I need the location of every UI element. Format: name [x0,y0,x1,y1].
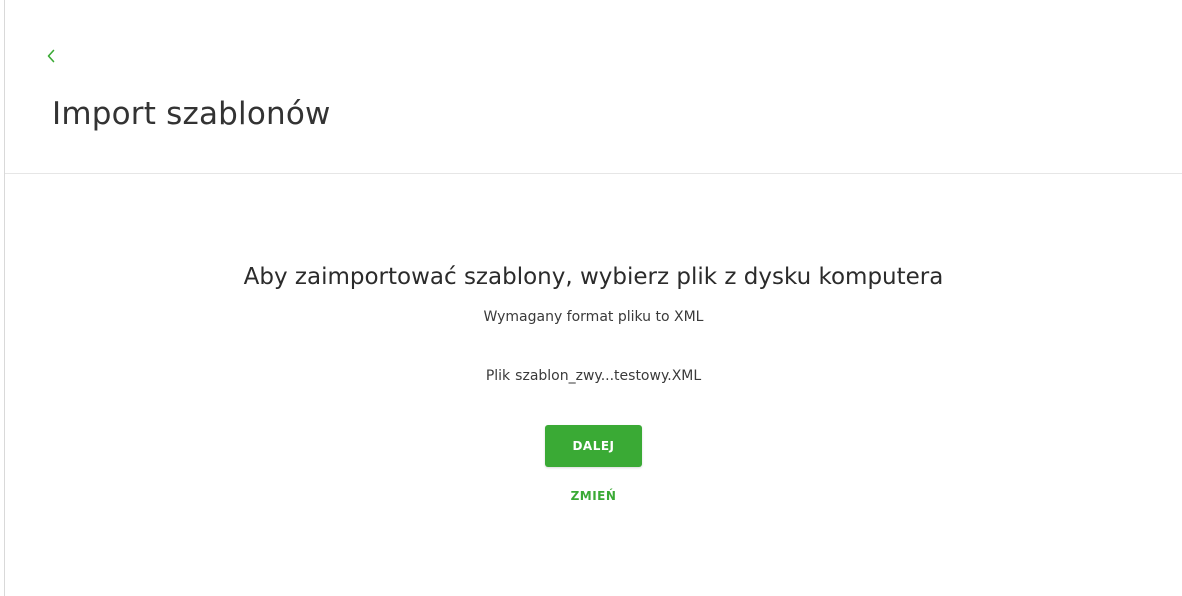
format-info: Wymagany format pliku to XML [483,309,704,325]
selected-file-info: Plik szablon_zwy...testowy.XML [486,366,701,386]
header-divider [5,173,1182,174]
file-label: Plik [485,368,511,384]
import-templates-page: Import szablonów Aby zaimportować szablo… [0,0,1182,596]
chevron-left-icon [47,49,55,63]
change-file-link[interactable]: ZMIEŃ [571,489,617,503]
file-name: szablon_zwy...testowy.XML [515,368,702,384]
import-heading: Aby zaimportować szablony, wybierz plik … [243,264,944,290]
back-button[interactable] [46,44,66,68]
import-panel: Aby zaimportować szablony, wybierz plik … [5,255,1182,503]
page-title: Import szablonów [52,96,331,132]
next-button[interactable]: DALEJ [545,425,642,467]
